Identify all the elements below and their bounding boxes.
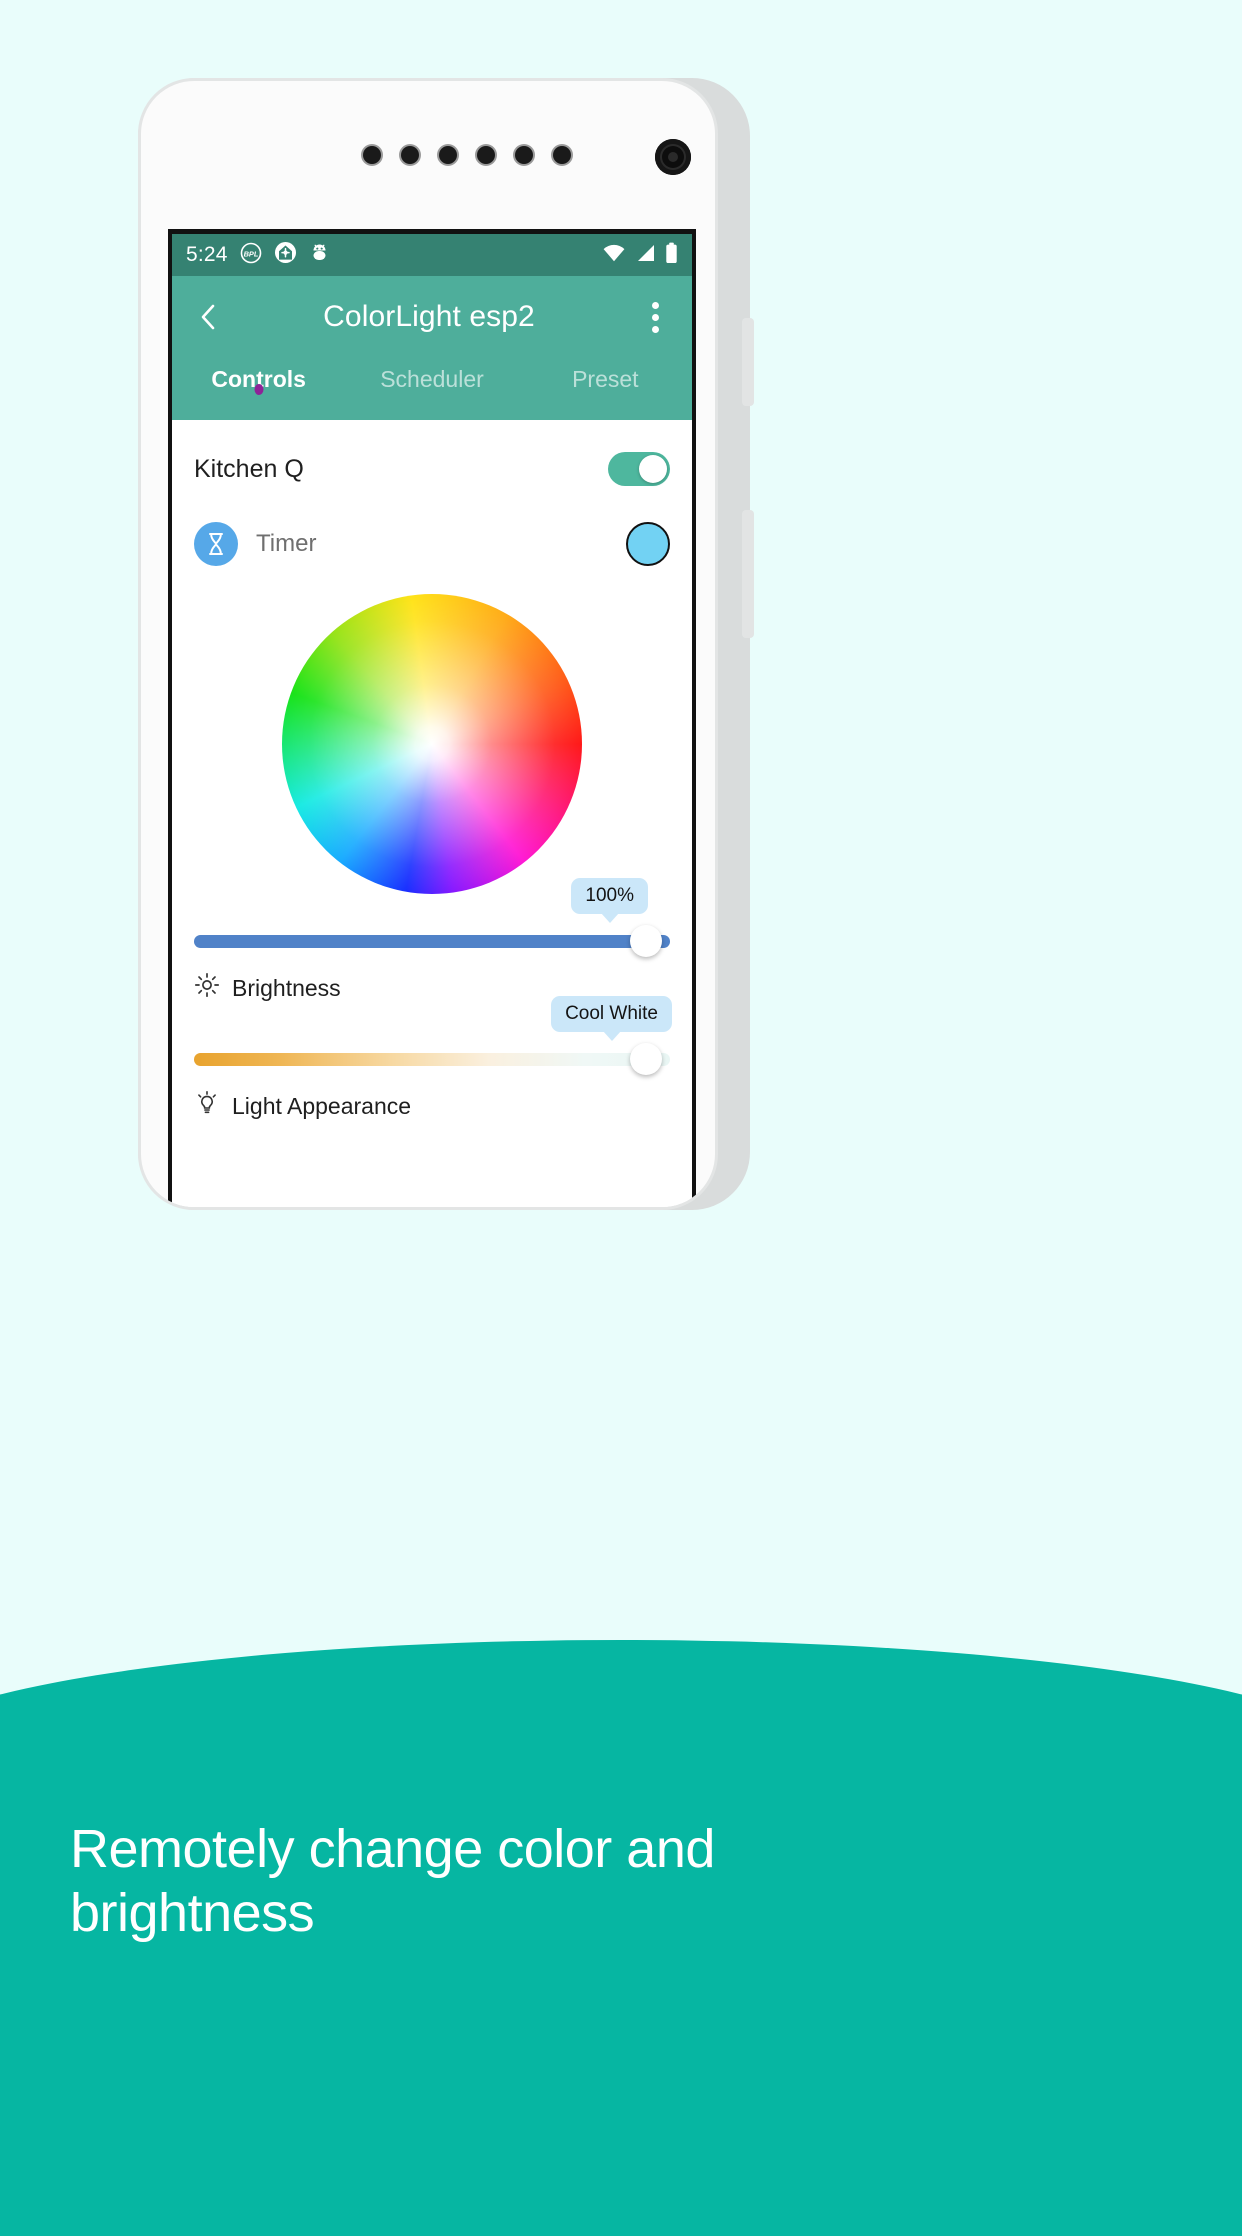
timer-label: Timer (256, 530, 317, 557)
timer-row[interactable]: Timer (172, 508, 692, 580)
brightness-slider-block: 100% Brightness (172, 878, 692, 1004)
speaker-dot (515, 146, 533, 164)
hourglass-icon (194, 522, 238, 566)
device-name: Kitchen Q (194, 454, 304, 483)
status-bar-left: 5:24 BPL (186, 241, 602, 269)
cellular-signal-icon (635, 243, 656, 268)
tab-preset[interactable]: Preset (519, 358, 692, 393)
speaker-dot (477, 146, 495, 164)
device-row: Kitchen Q (172, 430, 692, 508)
overflow-dot (651, 313, 659, 321)
speaker-dot (401, 146, 419, 164)
bpl-carrier-icon: BPL (240, 242, 262, 269)
appearance-label: Light Appearance (232, 1092, 412, 1119)
brightness-label: Brightness (232, 974, 341, 1001)
status-bar-right (602, 242, 678, 269)
controls-panel: Kitchen Q Timer 100% Brightness Cool Whi… (172, 420, 692, 1207)
phone-side-button-lower[interactable] (742, 510, 754, 638)
camera-lens-icon (655, 139, 691, 175)
promo-caption: Remotely change color and brightness (70, 1819, 715, 1943)
svg-text:BPL: BPL (243, 249, 258, 258)
overflow-dot (651, 301, 659, 309)
bulb-icon (194, 1090, 220, 1122)
wifi-icon (602, 243, 626, 268)
speaker-dot (439, 146, 457, 164)
appearance-caption: Light Appearance (194, 1090, 670, 1122)
brightness-track (194, 934, 670, 948)
phone-speaker-grille (363, 146, 571, 164)
power-toggle-knob (639, 455, 667, 483)
tab-scheduler[interactable]: Scheduler (345, 358, 518, 393)
appearance-track (194, 1052, 670, 1066)
brightness-thumb[interactable] (630, 925, 662, 957)
color-swatch-button[interactable] (626, 522, 670, 566)
app-bar: ColorLight esp2 (172, 276, 692, 358)
tab-bar: Controls Scheduler Preset (172, 358, 692, 420)
power-toggle[interactable] (608, 452, 670, 486)
phone-body: 5:24 BPL ColorLight esp2 Controls Schedu… (138, 78, 718, 1210)
page-title: ColorLight esp2 (323, 300, 535, 333)
appearance-thumb[interactable] (630, 1043, 662, 1075)
tab-scheduler-label: Scheduler (380, 366, 484, 392)
phone-side-button-upper[interactable] (742, 318, 754, 406)
brightness-sun-icon (194, 972, 220, 1004)
status-bar: 5:24 BPL (172, 234, 692, 276)
brightness-slider[interactable] (194, 924, 670, 958)
battery-icon (665, 242, 678, 269)
status-time: 5:24 (186, 243, 228, 266)
home-app-icon (274, 241, 297, 269)
phone-mockup: 5:24 BPL ColorLight esp2 Controls Schedu… (138, 78, 754, 1210)
overflow-menu-icon[interactable] (632, 294, 678, 340)
speaker-dot (363, 146, 381, 164)
tab-preset-label: Preset (572, 366, 639, 392)
appearance-value-tooltip: Cool White (551, 996, 672, 1032)
speaker-dot (553, 146, 571, 164)
tab-active-indicator (254, 384, 264, 395)
appearance-slider-block: Cool White Light Appearance (172, 996, 692, 1122)
color-wheel-container (172, 594, 692, 894)
android-robot-icon (309, 242, 330, 268)
hsv-color-wheel[interactable] (282, 594, 582, 894)
phone-screen: 5:24 BPL ColorLight esp2 Controls Schedu… (168, 229, 696, 1207)
brightness-value-tooltip: 100% (571, 878, 648, 914)
appearance-slider[interactable] (194, 1042, 670, 1076)
tab-controls[interactable]: Controls (172, 358, 345, 395)
page-root: 5:24 BPL ColorLight esp2 Controls Schedu… (0, 0, 1242, 2236)
overflow-dot (651, 325, 659, 333)
